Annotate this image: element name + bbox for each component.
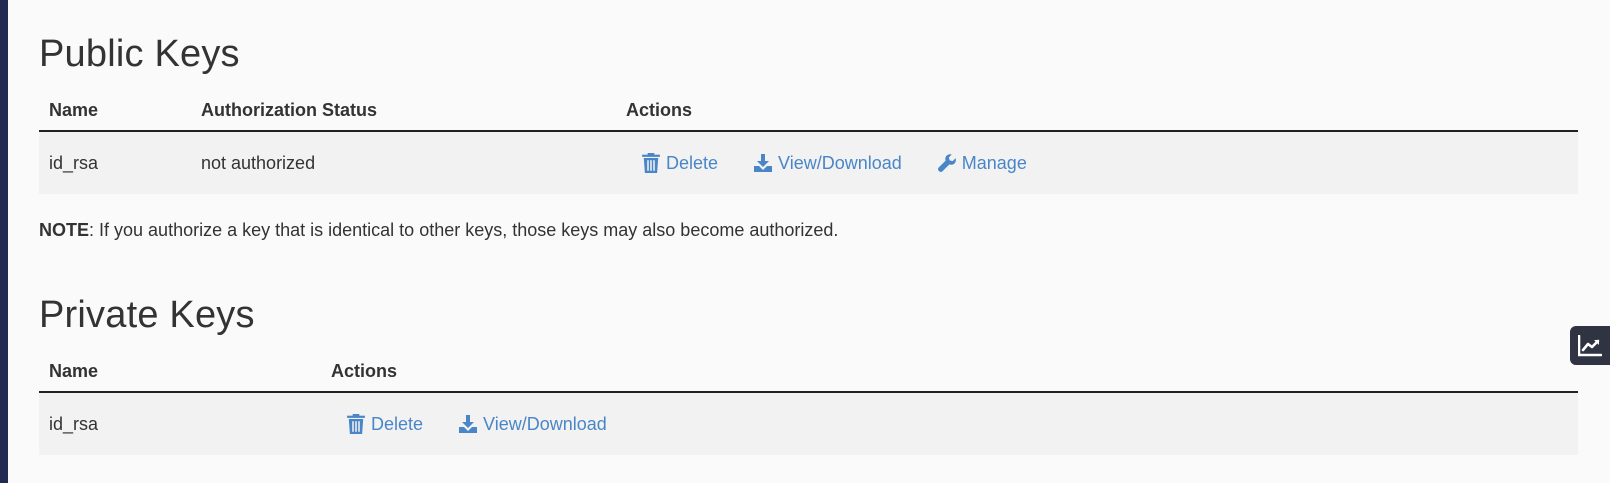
- delete-label: Delete: [666, 152, 719, 173]
- public-keys-title: Public Keys: [39, 33, 240, 75]
- row-actions: Delete View/Download: [626, 153, 1568, 174]
- public-keys-table: Name Authorization Status Actions id_rsa…: [39, 90, 1578, 194]
- column-header-actions: Actions: [616, 90, 1578, 132]
- chart-line-icon: [1578, 334, 1602, 356]
- wrench-icon: [937, 154, 956, 172]
- left-sidebar-edge: [0, 0, 8, 483]
- column-header-authorization-status: Authorization Status: [191, 90, 616, 132]
- key-name: id_rsa: [39, 131, 191, 194]
- delete-link[interactable]: Delete: [347, 414, 423, 435]
- view-download-link[interactable]: View/Download: [754, 153, 902, 174]
- private-keys-header-row: Name Actions: [39, 351, 1578, 393]
- download-icon: [754, 154, 773, 172]
- trash-icon: [347, 414, 365, 434]
- public-keys-header-row: Name Authorization Status Actions: [39, 90, 1578, 132]
- column-header-name: Name: [39, 351, 321, 393]
- delete-link[interactable]: Delete: [642, 153, 718, 174]
- column-header-name: Name: [39, 90, 191, 132]
- row-actions: Delete View/Download: [331, 414, 1568, 435]
- view-download-label: View/Download: [778, 152, 902, 173]
- delete-label: Delete: [371, 413, 424, 434]
- trash-icon: [642, 153, 660, 173]
- note-label: NOTE: [39, 220, 90, 240]
- key-name: id_rsa: [39, 392, 321, 455]
- private-keys-table: Name Actions id_rsa Delete View/Download: [39, 351, 1578, 455]
- view-download-label: View/Download: [483, 413, 607, 434]
- table-row: id_rsa not authorized Delete View/Downlo…: [39, 131, 1578, 194]
- table-row: id_rsa Delete View/Download: [39, 392, 1578, 455]
- authorization-note: NOTE: If you authorize a key that is ide…: [39, 218, 838, 242]
- view-download-link[interactable]: View/Download: [459, 414, 607, 435]
- private-keys-title: Private Keys: [39, 294, 255, 336]
- stats-panel-toggle[interactable]: [1570, 326, 1610, 365]
- manage-link[interactable]: Manage: [937, 152, 1027, 174]
- download-icon: [459, 415, 478, 433]
- column-header-actions: Actions: [321, 351, 1578, 393]
- note-text: : If you authorize a key that is identic…: [89, 220, 839, 240]
- manage-label: Manage: [961, 152, 1027, 173]
- authorization-status: not authorized: [191, 131, 616, 194]
